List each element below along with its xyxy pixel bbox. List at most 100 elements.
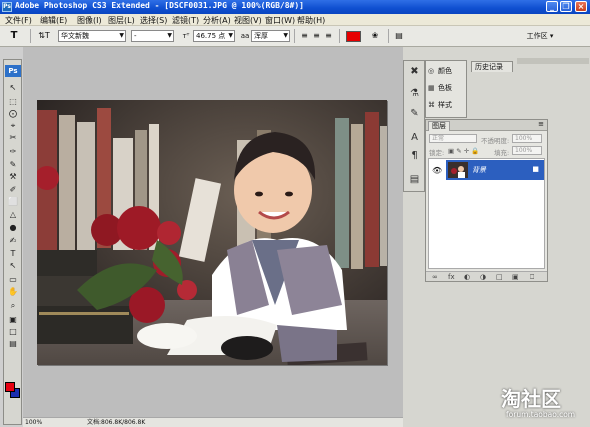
layer-thumbnail: [448, 162, 468, 178]
character-icon[interactable]: A: [408, 131, 421, 144]
path-select-icon[interactable]: ✋: [7, 286, 19, 297]
layers-bottom-bar: ∞ fx ◐ ◑ □ ▣ ⎕: [426, 271, 547, 281]
opacity-label: 不透明度:: [481, 137, 510, 145]
font-size-icon: ᴛᵀ: [182, 32, 190, 40]
trash-icon[interactable]: ⎕: [530, 273, 534, 281]
tab-history[interactable]: 历史记录: [471, 61, 513, 72]
panel-color-label: 颜色: [438, 67, 452, 75]
restore-button[interactable]: ❐: [560, 1, 572, 12]
workspace-button[interactable]: 工作区 ▾: [522, 30, 558, 42]
lasso-tool-icon[interactable]: ⨀: [7, 108, 19, 119]
link-layers-icon[interactable]: ∞: [432, 273, 438, 281]
crop-tool-icon[interactable]: ✂: [7, 132, 19, 143]
opacity-field[interactable]: 100%: [512, 134, 542, 143]
collapsed-panel-strip: ✖ ⚗ ✎ A ¶ ▤: [403, 60, 425, 192]
brush-icon[interactable]: ⚗: [408, 87, 421, 100]
type-tool-icon[interactable]: ▭: [7, 274, 19, 285]
align-left-button[interactable]: ≡: [299, 30, 310, 42]
gradient-tool-icon[interactable]: ●: [7, 222, 19, 233]
layer-style-icon[interactable]: fx: [448, 273, 455, 281]
character-panel-icon[interactable]: ▤: [393, 30, 405, 42]
photo-image: [37, 100, 387, 365]
magic-wand-icon[interactable]: ⌖: [7, 120, 19, 131]
watermark: 淘社区 forum.taobao.com: [500, 383, 588, 425]
lock-icons[interactable]: ▣ ✎ ✛ 🔒: [448, 147, 479, 155]
layer-name: 背景: [472, 166, 486, 174]
layers-icon[interactable]: ▤: [408, 173, 421, 186]
blur-tool-icon[interactable]: ✍: [7, 235, 19, 246]
font-style-select[interactable]: - ▼: [131, 30, 174, 42]
history-brush-icon[interactable]: ⬜: [7, 196, 19, 207]
layer-row[interactable]: 背景 ■: [446, 160, 544, 180]
tab-layers[interactable]: 图层: [428, 121, 450, 131]
brush-tool-icon[interactable]: ⚒: [7, 171, 19, 182]
adjustment-layer-icon[interactable]: ◑: [480, 273, 486, 281]
window-title: Adobe Photoshop CS3 Extended - [DSCF0031…: [15, 1, 304, 10]
eye-icon[interactable]: 👁: [432, 166, 442, 175]
marquee-tool-icon[interactable]: ⬚: [7, 96, 19, 107]
panel-styles[interactable]: ⌘ 样式: [428, 98, 452, 112]
watermark-title: 淘社区: [501, 387, 561, 411]
blend-mode-value: 正常: [432, 135, 445, 142]
align-center-button[interactable]: ≡: [311, 30, 322, 42]
document-workspace: [23, 47, 403, 417]
panel-menu-icon[interactable]: ≡: [538, 120, 544, 128]
eraser-tool-icon[interactable]: △: [7, 209, 19, 220]
app-logo-icon: Ps: [2, 2, 12, 12]
minimize-button[interactable]: _: [546, 1, 558, 12]
menu-file[interactable]: 文件(F): [5, 15, 32, 26]
type-tool-icon[interactable]: T: [7, 30, 21, 42]
move-tool-icon[interactable]: ↖: [7, 82, 19, 93]
quick-mask-icon[interactable]: ▤: [7, 338, 19, 349]
shape-tool-icon[interactable]: ⌕: [7, 300, 19, 311]
blend-mode-select[interactable]: 正常: [429, 134, 477, 143]
font-family-select[interactable]: 华文新魏 ▼: [58, 30, 126, 42]
close-button[interactable]: ×: [575, 1, 587, 12]
menu-layer[interactable]: 图层(L): [108, 15, 135, 26]
document-canvas[interactable]: [37, 100, 387, 365]
watermark-url: forum.taobao.com: [506, 410, 576, 419]
pen-tool-icon[interactable]: ↖: [7, 260, 19, 271]
paragraph-icon[interactable]: ¶: [408, 149, 421, 162]
lock-label: 锁定:: [429, 149, 445, 157]
zoom-level[interactable]: 100%: [25, 418, 42, 427]
history-icon[interactable]: ✎: [408, 107, 421, 120]
hand-tool-icon[interactable]: ▣: [7, 314, 19, 325]
separator: [339, 29, 340, 43]
menu-select[interactable]: 选择(S): [140, 15, 167, 26]
menu-view[interactable]: 视图(V): [234, 15, 262, 26]
ps-logo-icon: Ps: [5, 65, 21, 77]
font-size-select[interactable]: 46.75 点 ▼: [193, 30, 235, 42]
warp-text-icon[interactable]: ❀: [369, 30, 381, 42]
text-orientation-icon[interactable]: ⇅T: [36, 30, 52, 42]
dock-grip[interactable]: [517, 58, 589, 64]
menu-image[interactable]: 图像(I): [77, 15, 102, 26]
menu-window[interactable]: 窗口(W): [265, 15, 295, 26]
new-layer-icon[interactable]: ▣: [512, 273, 519, 281]
menu-filter[interactable]: 滤镜(T): [172, 15, 199, 26]
fill-field[interactable]: 100%: [512, 146, 542, 155]
tool-box: Ps ↖ ⬚ ⨀ ⌖ ✂ ✑ ✎ ⚒ ✐ ⬜ △ ● ✍ T ↖ ▭ ✋ ⌕ ▣ □ ▤: [3, 59, 22, 425]
tools-icon[interactable]: ✖: [408, 65, 421, 78]
menu-help[interactable]: 帮助(H): [297, 15, 325, 26]
align-right-button[interactable]: ≡: [323, 30, 334, 42]
zoom-tool-icon[interactable]: □: [7, 326, 19, 337]
antialias-select[interactable]: 浑厚 ▼: [251, 30, 290, 42]
foreground-color-swatch[interactable]: [5, 382, 15, 392]
layer-mask-icon[interactable]: ◐: [464, 273, 470, 281]
fill-label: 填充:: [494, 149, 510, 157]
panel-swatches[interactable]: ▦ 色板: [428, 81, 452, 95]
text-color-swatch[interactable]: [346, 31, 361, 42]
document-size: 文档:806.8K/806.8K: [87, 419, 146, 426]
slice-tool-icon[interactable]: ✑: [7, 146, 19, 157]
new-group-icon[interactable]: □: [496, 273, 503, 281]
clone-stamp-icon[interactable]: ✐: [7, 184, 19, 195]
status-bar: 100% 文档:806.8K/806.8K: [23, 417, 403, 427]
menu-edit[interactable]: 编辑(E): [40, 15, 67, 26]
dodge-tool-icon[interactable]: T: [7, 248, 19, 259]
healing-brush-icon[interactable]: ✎: [7, 159, 19, 170]
menu-analysis[interactable]: 分析(A): [203, 15, 231, 26]
panel-color[interactable]: ◎ 颜色: [428, 64, 452, 78]
antialias-value: 浑厚: [254, 32, 268, 40]
options-bar: T ⇅T 华文新魏 ▼ - ▼ ᴛᵀ 46.75 点 ▼ aa 浑厚 ▼ ≡ ≡…: [0, 26, 590, 47]
